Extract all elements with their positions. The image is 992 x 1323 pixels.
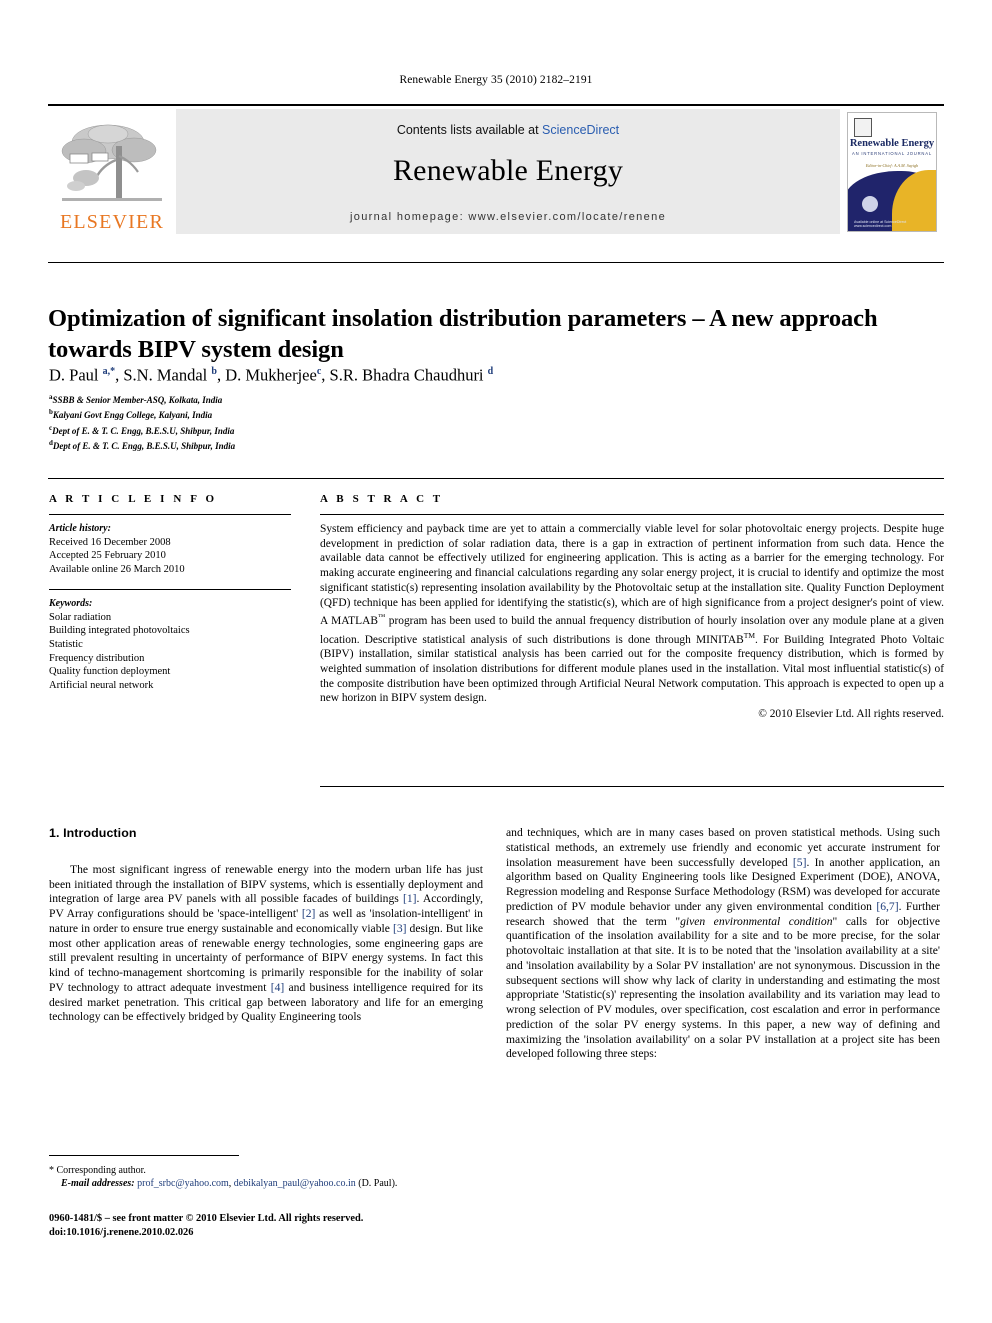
abstract-copyright: © 2010 Elsevier Ltd. All rights reserved… [758, 708, 944, 721]
cover-subtitle: AN INTERNATIONAL JOURNAL [852, 150, 932, 156]
intro-paragraph-right: and techniques, which are in many cases … [506, 826, 940, 1061]
keywords-label: Keywords: [49, 598, 93, 610]
sciencedirect-link[interactable]: ScienceDirect [542, 123, 619, 137]
email-link-1[interactable]: prof_srbc@yahoo.com [137, 1178, 229, 1189]
abstract-heading: A B S T R A C T [320, 493, 444, 505]
article-history-item: Accepted 25 February 2010 [49, 550, 166, 562]
affiliation-item: cDept of E. & T. C. Engg, B.E.S.U, Shibp… [49, 423, 235, 436]
elsevier-wordmark: ELSEVIER [59, 211, 165, 233]
affiliation-item: bKalyani Govt Engg College, Kalyani, Ind… [49, 408, 213, 421]
cover-tagline: Editor-in-Chief: A.A.M. Sayigh [865, 162, 919, 168]
keywords-list: Solar radiation Building integrated photo… [49, 611, 291, 693]
affiliation-item: dDept of E. & T. C. Engg, B.E.S.U, Shibp… [49, 438, 236, 451]
keywords-block: Keywords: Solar radiation Building integr… [49, 589, 291, 692]
email-label: E-mail addresses: [61, 1178, 135, 1190]
journal-cover-thumbnail[interactable]: Renewable Energy AN INTERNATIONAL JOURNA… [840, 109, 944, 234]
journal-masthead: ELSEVIER Contents lists available at Sci… [48, 104, 944, 234]
keyword-item: Quality function deployment [49, 666, 171, 678]
email-link-2[interactable]: debikalyan_paul@yahoo.co.in [234, 1178, 356, 1189]
article-history-label: Article history: [49, 523, 111, 534]
cover-title: Renewable Energy [849, 137, 935, 149]
article-info-column: A R T I C L E I N F O Article history: R… [49, 493, 291, 692]
section-heading-introduction: 1. Introduction [49, 826, 137, 840]
body-column-right: and techniques, which are in many cases … [506, 826, 940, 1062]
email-note: E-mail addresses: prof_srbc@yahoo.com, d… [61, 1178, 398, 1190]
body-column-left: 1. Introduction The most significant ing… [49, 826, 483, 1025]
footnote-divider [49, 1155, 239, 1156]
footnote-block: * Corresponding author. E-mail addresses… [49, 1164, 489, 1191]
abstract-column: A B S T R A C T System efficiency and pa… [320, 493, 944, 722]
page-title: Optimization of significant insolation d… [48, 305, 878, 364]
keyword-item: Statistic [49, 638, 83, 650]
abstract-body: System efficiency and payback time are y… [320, 523, 945, 705]
keyword-item: Artificial neural network [49, 679, 154, 691]
article-info-rule [49, 514, 291, 515]
abstract-bottom-divider [320, 786, 944, 787]
email-suffix: (D. Paul). [358, 1178, 398, 1190]
journal-band: Contents lists available at ScienceDirec… [176, 109, 840, 234]
article-info-divider [48, 478, 944, 479]
intro-paragraph-left: The most significant ingress of renewabl… [49, 862, 484, 1024]
cover-publisher-tag-icon [854, 117, 872, 137]
article-history-item: Received 16 December 2008 [49, 536, 171, 548]
doi-line[interactable]: doi:10.1016/j.renene.2010.02.026 [49, 1226, 489, 1240]
issn-block: 0960-1481/$ – see front matter © 2010 El… [49, 1212, 489, 1239]
journal-homepage-link[interactable]: journal homepage: www.elsevier.com/locat… [350, 211, 666, 223]
corresponding-author-note: * Corresponding author. [49, 1165, 146, 1176]
running-head: Renewable Energy 35 (2010) 2182–2191 [399, 74, 593, 86]
article-info-heading: A R T I C L E I N F O [49, 493, 218, 505]
elsevier-logo: ELSEVIER [48, 109, 176, 234]
title-divider [48, 262, 944, 263]
abstract-rule [320, 514, 944, 515]
contents-prefix: Contents lists available at [396, 123, 543, 137]
journal-title: Renewable Energy [392, 154, 624, 187]
affiliation-item: aSSBB & Senior Member-ASQ, Kolkata, Indi… [49, 393, 223, 405]
elsevier-tree-icon [61, 124, 162, 201]
contents-list-line: Contents lists available at ScienceDirec… [397, 123, 619, 137]
cover-footer-text: Available online at ScienceDirect www.sc… [854, 219, 907, 228]
affiliation-list: aSSBB & Senior Member-ASQ, Kolkata, Indi… [49, 391, 669, 452]
keywords-rule [49, 589, 291, 591]
keyword-item: Frequency distribution [49, 652, 145, 664]
keyword-item: Building integrated photovoltaics [49, 625, 190, 637]
cover-emblem-icon [862, 195, 878, 212]
keyword-item: Solar radiation [49, 611, 112, 623]
article-history-list: Received 16 December 2008 Accepted 25 Feb… [49, 536, 291, 577]
paper-page: Renewable Energy 35 (2010) 2182–2191 ELS… [0, 0, 992, 1323]
article-history-item: Available online 26 March 2010 [49, 563, 185, 575]
issn-line: 0960-1481/$ – see front matter © 2010 El… [49, 1213, 364, 1224]
author-list: D. Paul a,*, S.N. Mandal b, D. Mukherjee… [49, 365, 494, 385]
